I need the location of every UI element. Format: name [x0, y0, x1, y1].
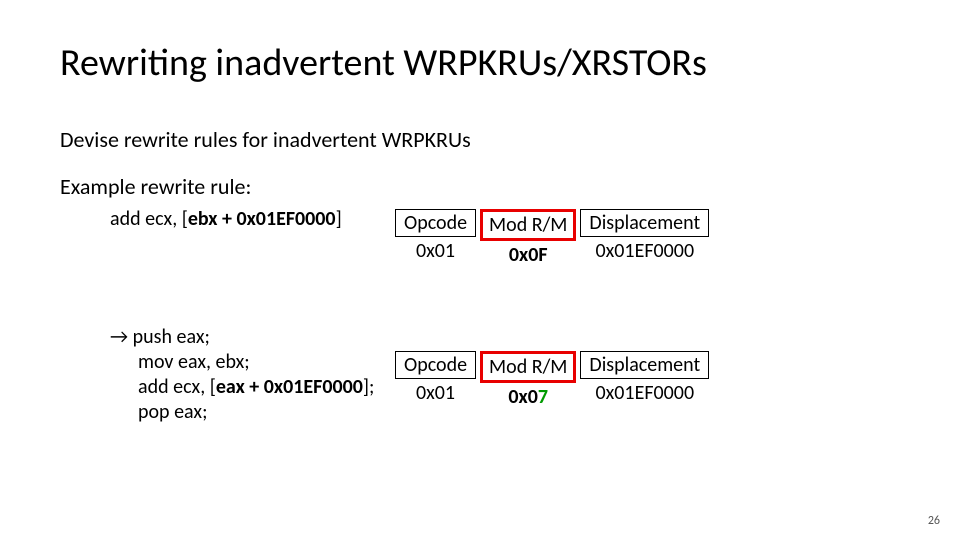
- bytes-original: Opcode 0x01 Mod R/M 0x0F Displacement 0x…: [395, 207, 709, 267]
- code-text: ];: [363, 375, 374, 399]
- intro-line-2: Example rewrite rule:: [60, 173, 900, 202]
- byte-label: Displacement: [580, 351, 709, 379]
- byte-label-highlight: Mod R/M: [480, 209, 576, 241]
- page-number: 26: [928, 514, 940, 528]
- byte-modrm: Mod R/M 0x0F: [480, 209, 576, 267]
- intro-line-1: Devise rewrite rules for inadvertent WRP…: [60, 126, 900, 155]
- code-original: add ecx, [ebx + 0x01EF0000]: [60, 207, 395, 232]
- code-operand: ebx + 0x01EF0000: [188, 207, 336, 231]
- arrow-icon: →: [110, 325, 128, 349]
- code-operand: eax + 0x01EF0000: [216, 375, 363, 399]
- example-row-rewritten: → push eax; mov eax, ebx; add ecx, [eax …: [60, 325, 900, 425]
- byte-label: Displacement: [580, 209, 709, 237]
- slide-title: Rewriting inadvertent WRPKRUs/XRSTORs: [60, 40, 900, 86]
- byte-value: 0x01: [416, 239, 455, 263]
- byte-modrm: Mod R/M 0x07: [480, 351, 576, 409]
- byte-label: Opcode: [395, 209, 476, 237]
- changed-nibble: 7: [538, 385, 548, 409]
- byte-value: 0x01EF0000: [596, 381, 695, 405]
- byte-value: 0x01: [416, 381, 455, 405]
- bytes-rewritten: Opcode 0x01 Mod R/M 0x07 Displacement 0x…: [395, 325, 709, 409]
- byte-value: 0x07: [508, 385, 548, 409]
- code-text: add ecx, [: [110, 207, 188, 231]
- code-text: ]: [336, 207, 342, 231]
- code-line: mov eax, ebx;: [110, 350, 395, 375]
- byte-opcode: Opcode 0x01: [395, 351, 476, 409]
- example-row-original: add ecx, [ebx + 0x01EF0000] Opcode 0x01 …: [60, 207, 900, 267]
- byte-label: Opcode: [395, 351, 476, 379]
- code-line: pop eax;: [110, 400, 395, 425]
- byte-opcode: Opcode 0x01: [395, 209, 476, 267]
- code-line: push eax;: [128, 325, 210, 349]
- byte-displacement: Displacement 0x01EF0000: [580, 209, 709, 267]
- byte-value: 0x01EF0000: [596, 239, 695, 263]
- byte-label-highlight: Mod R/M: [480, 351, 576, 383]
- code-text: add ecx, [: [138, 375, 216, 399]
- code-rewritten: → push eax; mov eax, ebx; add ecx, [eax …: [60, 325, 395, 425]
- byte-value: 0x0F: [509, 243, 548, 267]
- byte-displacement: Displacement 0x01EF0000: [580, 351, 709, 409]
